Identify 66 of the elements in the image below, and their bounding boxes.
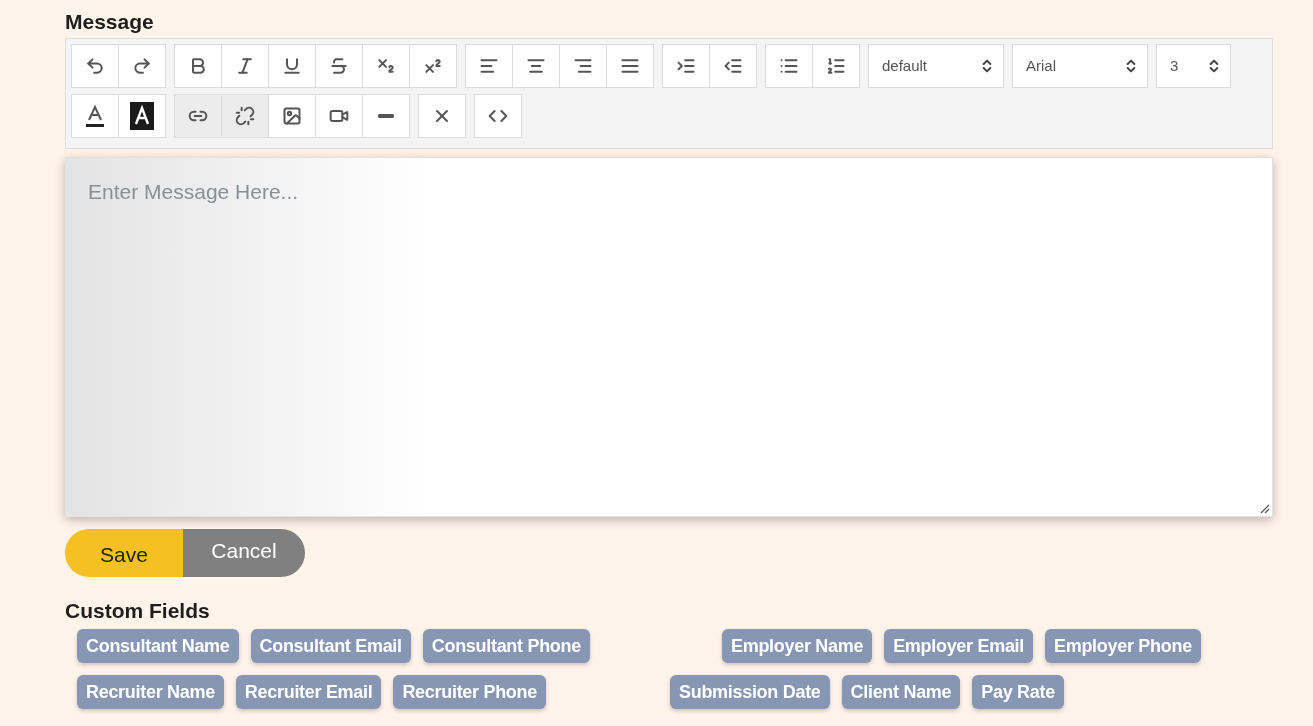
numbered-list-button[interactable] [812,44,860,88]
save-button[interactable]: Save [65,529,183,577]
custom-field-chip[interactable]: Consultant Email [250,629,411,663]
code-button[interactable] [474,94,522,138]
subscript-button[interactable] [362,44,410,88]
undo-icon [85,56,105,76]
unlink-button[interactable] [221,94,269,138]
cancel-button[interactable]: Cancel [183,529,305,577]
custom-field-chip[interactable]: Recruiter Email [235,675,382,709]
heading-select[interactable]: default [868,44,1004,88]
custom-fields-heading: Custom Fields [65,598,210,624]
custom-field-chip[interactable]: Pay Rate [972,675,1064,709]
message-editor[interactable]: Enter Message Here... [65,157,1273,517]
custom-field-chip[interactable]: Client Name [841,675,961,709]
custom-field-chip[interactable]: Employer Email [884,629,1033,663]
redo-icon [132,56,152,76]
underline-icon [282,56,302,76]
strikethrough-button[interactable] [315,44,363,88]
font-select[interactable]: Arial [1012,44,1148,88]
superscript-button[interactable] [409,44,457,88]
subscript-icon [376,56,396,76]
bullet-list-button[interactable] [765,44,813,88]
resize-handle-icon[interactable] [1260,504,1270,514]
align-left-icon [479,56,499,76]
justify-icon [620,56,640,76]
clear-button[interactable] [418,94,466,138]
strikethrough-icon [329,56,349,76]
video-button[interactable] [315,94,363,138]
align-right-icon [573,56,593,76]
underline-button[interactable] [268,44,316,88]
numbered-list-icon [826,56,846,76]
bold-button[interactable] [174,44,222,88]
italic-icon [235,56,255,76]
redo-button[interactable] [118,44,166,88]
align-center-button[interactable] [512,44,560,88]
custom-field-chip[interactable]: Consultant Phone [422,629,590,663]
highlight-button[interactable] [118,94,166,138]
message-label: Message [65,9,154,35]
size-select[interactable]: 3 [1156,44,1231,88]
link-button[interactable] [174,94,222,138]
highlight-icon [130,102,154,130]
image-button[interactable] [268,94,316,138]
custom-field-chip[interactable]: Employer Name [722,629,873,663]
custom-field-chip[interactable]: Submission Date [670,675,830,709]
superscript-icon [423,56,443,76]
align-center-icon [526,56,546,76]
unlink-icon [235,106,255,126]
align-left-button[interactable] [465,44,513,88]
bullet-list-icon [779,56,799,76]
text-color-button[interactable] [71,94,119,138]
image-icon [282,106,302,126]
indent-button[interactable] [662,44,710,88]
custom-field-chip[interactable]: Recruiter Name [77,675,224,709]
outdent-icon [723,56,743,76]
justify-button[interactable] [606,44,654,88]
italic-button[interactable] [221,44,269,88]
text-color-icon [85,105,105,127]
rule-button[interactable] [362,94,410,138]
indent-icon [676,56,696,76]
align-right-button[interactable] [559,44,607,88]
custom-field-chip[interactable]: Consultant Name [77,629,239,663]
undo-button[interactable] [71,44,119,88]
custom-field-chip[interactable]: Recruiter Phone [393,675,546,709]
custom-field-chip[interactable]: Employer Phone [1045,629,1201,663]
message-placeholder: Enter Message Here... [88,180,299,203]
outdent-button[interactable] [709,44,757,88]
